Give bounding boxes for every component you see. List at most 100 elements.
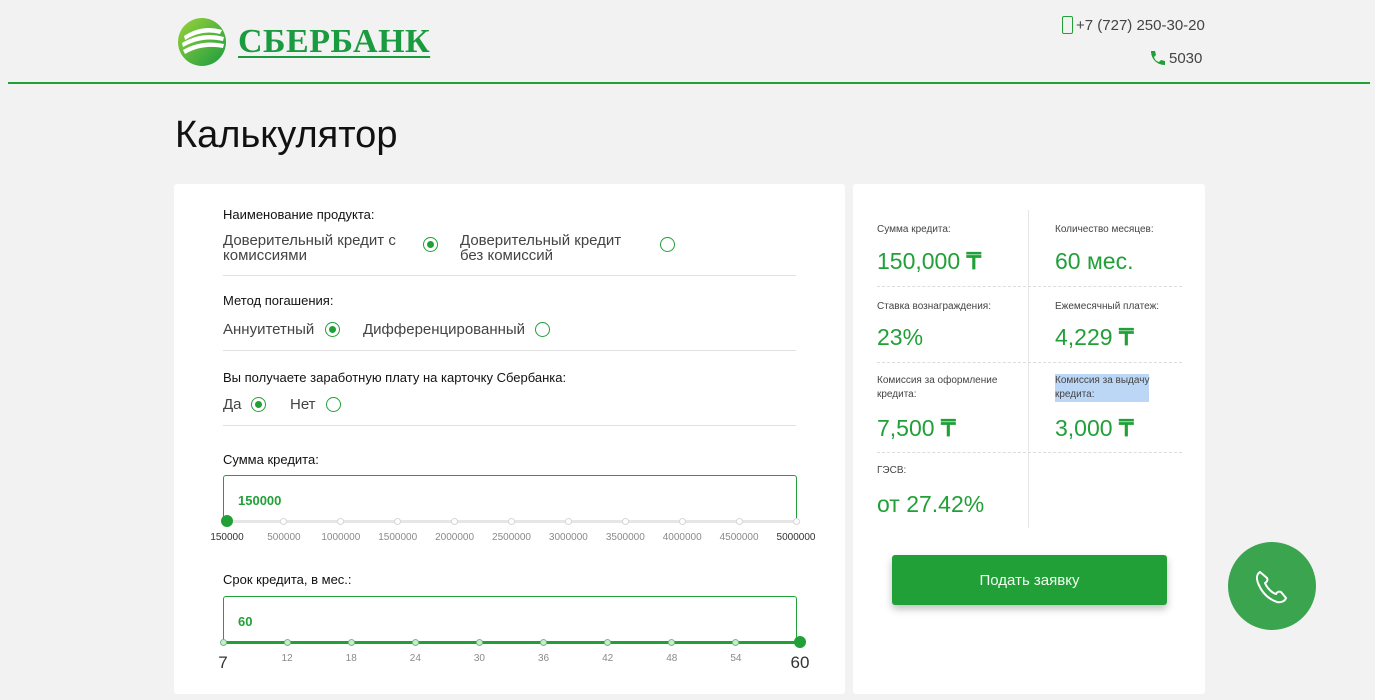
- repayment-radio-annuity[interactable]: [325, 322, 340, 337]
- divider: [223, 425, 796, 426]
- term-input[interactable]: 60: [223, 596, 797, 642]
- summary-apr-value: от 27.42%: [877, 491, 985, 517]
- phone-main-number: +7 (727) 250-30-20: [1076, 16, 1205, 34]
- slider-tick[interactable]: [347, 639, 355, 646]
- divider: [223, 350, 796, 351]
- summary-divider: [877, 286, 1182, 287]
- product-radio-with-fees[interactable]: [423, 237, 438, 252]
- repayment-label: Метод погашения:: [223, 293, 334, 308]
- slider-tick[interactable]: [451, 518, 459, 525]
- slider-tick[interactable]: [280, 518, 288, 525]
- summary-setup-fee-value: 7,500 ₸: [877, 415, 956, 442]
- slider-tick-label: 7: [218, 653, 228, 672]
- product-radio-no-fees[interactable]: [660, 237, 675, 252]
- slider-tick[interactable]: [219, 639, 227, 646]
- phone-short-number: 5030: [1169, 49, 1203, 67]
- phone-handset-icon: [1151, 51, 1165, 65]
- slider-tick[interactable]: [508, 518, 515, 525]
- summary-apr-label: ГЭСВ:: [877, 465, 907, 476]
- repayment-radio-differentiated[interactable]: [535, 322, 550, 337]
- slider-tick-label: 3500000: [605, 532, 645, 543]
- product-label: Наименование продукта:: [223, 207, 375, 222]
- phone-main[interactable]: +7 (727) 250-30-20: [1062, 16, 1205, 34]
- salary-option-no[interactable]: Нет: [290, 397, 316, 412]
- slider-tick-label: 3000000: [548, 532, 588, 543]
- product-option-with-fees[interactable]: Доверительный кредит с комиссиями: [223, 233, 396, 263]
- label-line: кредита:: [877, 389, 917, 400]
- slider-tick[interactable]: [735, 518, 743, 525]
- page-title: Калькулятор: [175, 114, 398, 156]
- slider-tick[interactable]: [604, 639, 612, 646]
- label-line: Комиссия за оформление: [877, 375, 998, 386]
- calculator-form: Наименование продукта: Доверительный кре…: [174, 184, 845, 694]
- summary-payment-label: Ежемесячный платеж:: [1055, 301, 1160, 312]
- summary-issue-fee-label: Комиссия за выдачу кредита:: [1055, 374, 1150, 402]
- slider-tick-label: 1500000: [378, 532, 418, 543]
- slider-tick[interactable]: [540, 639, 548, 646]
- slider-tick-label: 36: [537, 653, 550, 664]
- slider-tick[interactable]: [621, 518, 629, 525]
- fee-number: 7,500: [877, 415, 935, 441]
- slider-tick-label: 150000: [210, 532, 244, 543]
- sber-logo-icon: [178, 18, 226, 66]
- phone-short[interactable]: 5030: [1148, 48, 1202, 68]
- slider-tick[interactable]: [475, 639, 483, 646]
- payment-number: 4,229: [1055, 324, 1113, 350]
- salary-radio-yes[interactable]: [251, 397, 266, 412]
- currency-sign: ₸: [966, 248, 982, 274]
- call-button[interactable]: [1228, 542, 1316, 630]
- slider-tick-label: 4000000: [662, 532, 702, 543]
- slider-tick[interactable]: [678, 518, 686, 525]
- summary-months-value: 60 мес.: [1055, 248, 1134, 274]
- slider-tick-label: 2000000: [435, 532, 475, 543]
- product-option-no-fees[interactable]: Доверительный кредит без комиссий: [460, 233, 621, 263]
- slider-tick[interactable]: [732, 639, 740, 646]
- repayment-option-differentiated[interactable]: Дифференцированный: [363, 322, 525, 337]
- summary-panel: Сумма кредита: 150,000 ₸ Количество меся…: [853, 184, 1205, 694]
- apply-button[interactable]: Подать заявку: [892, 555, 1167, 605]
- slider-tick[interactable]: [283, 639, 291, 646]
- summary-issue-fee-value: 3,000 ₸: [1055, 415, 1134, 442]
- repayment-option-annuity[interactable]: Аннуитетный: [223, 322, 314, 337]
- slider-tick-label: 42: [602, 653, 614, 664]
- slider-tick-label: 1000000: [321, 532, 361, 543]
- summary-amount-label: Сумма кредита:: [877, 224, 951, 235]
- label-line: кредита:: [1055, 389, 1095, 400]
- slider-tick-label: 12: [281, 653, 293, 664]
- amount-number: 150,000: [877, 248, 961, 274]
- slider-tick-label: 500000: [267, 532, 301, 543]
- slider-tick[interactable]: [792, 518, 800, 525]
- slider-tick-label: 24: [409, 653, 421, 664]
- salary-label: Вы получаете заработную плату на карточк…: [223, 370, 567, 385]
- summary-months-label: Количество месяцев:: [1055, 224, 1154, 235]
- currency-sign: ₸: [1118, 324, 1134, 350]
- slider-tick-label: 18: [345, 653, 357, 664]
- call-button-icon: [1255, 571, 1287, 604]
- slider-handle[interactable]: [221, 515, 233, 527]
- logo[interactable]: СБЕРБАНК: [176, 16, 430, 68]
- option-text-line: Доверительный кредит: [460, 232, 622, 249]
- summary-divider: [877, 362, 1182, 363]
- slider-tick[interactable]: [564, 518, 572, 525]
- slider-tick-label: 30: [473, 653, 485, 664]
- option-text-line: комиссиями: [223, 247, 307, 264]
- slider-tick-label: 48: [666, 653, 678, 664]
- amount-input-value: 150000: [238, 493, 282, 508]
- site-header: СБЕРБАНК +7 (727) 250-30-20 5030: [0, 0, 1375, 84]
- label-line: Комиссия за выдачу: [1055, 375, 1150, 386]
- slider-tick[interactable]: [668, 639, 676, 646]
- currency-sign: ₸: [1118, 415, 1134, 441]
- slider-tick-label: 2500000: [492, 532, 531, 543]
- slider-tick[interactable]: [337, 518, 345, 525]
- amount-input[interactable]: 150000: [223, 475, 797, 521]
- salary-radio-no[interactable]: [326, 397, 341, 412]
- slider-handle[interactable]: [794, 636, 806, 648]
- summary-payment-value: 4,229 ₸: [1055, 324, 1134, 351]
- summary-divider: [877, 452, 1182, 453]
- slider-tick[interactable]: [394, 518, 402, 525]
- header-divider: [8, 82, 1370, 84]
- slider-tick[interactable]: [411, 639, 419, 646]
- fee-number: 3,000: [1055, 415, 1113, 441]
- summary-rate-value: 23%: [877, 324, 924, 350]
- salary-option-yes[interactable]: Да: [223, 397, 242, 412]
